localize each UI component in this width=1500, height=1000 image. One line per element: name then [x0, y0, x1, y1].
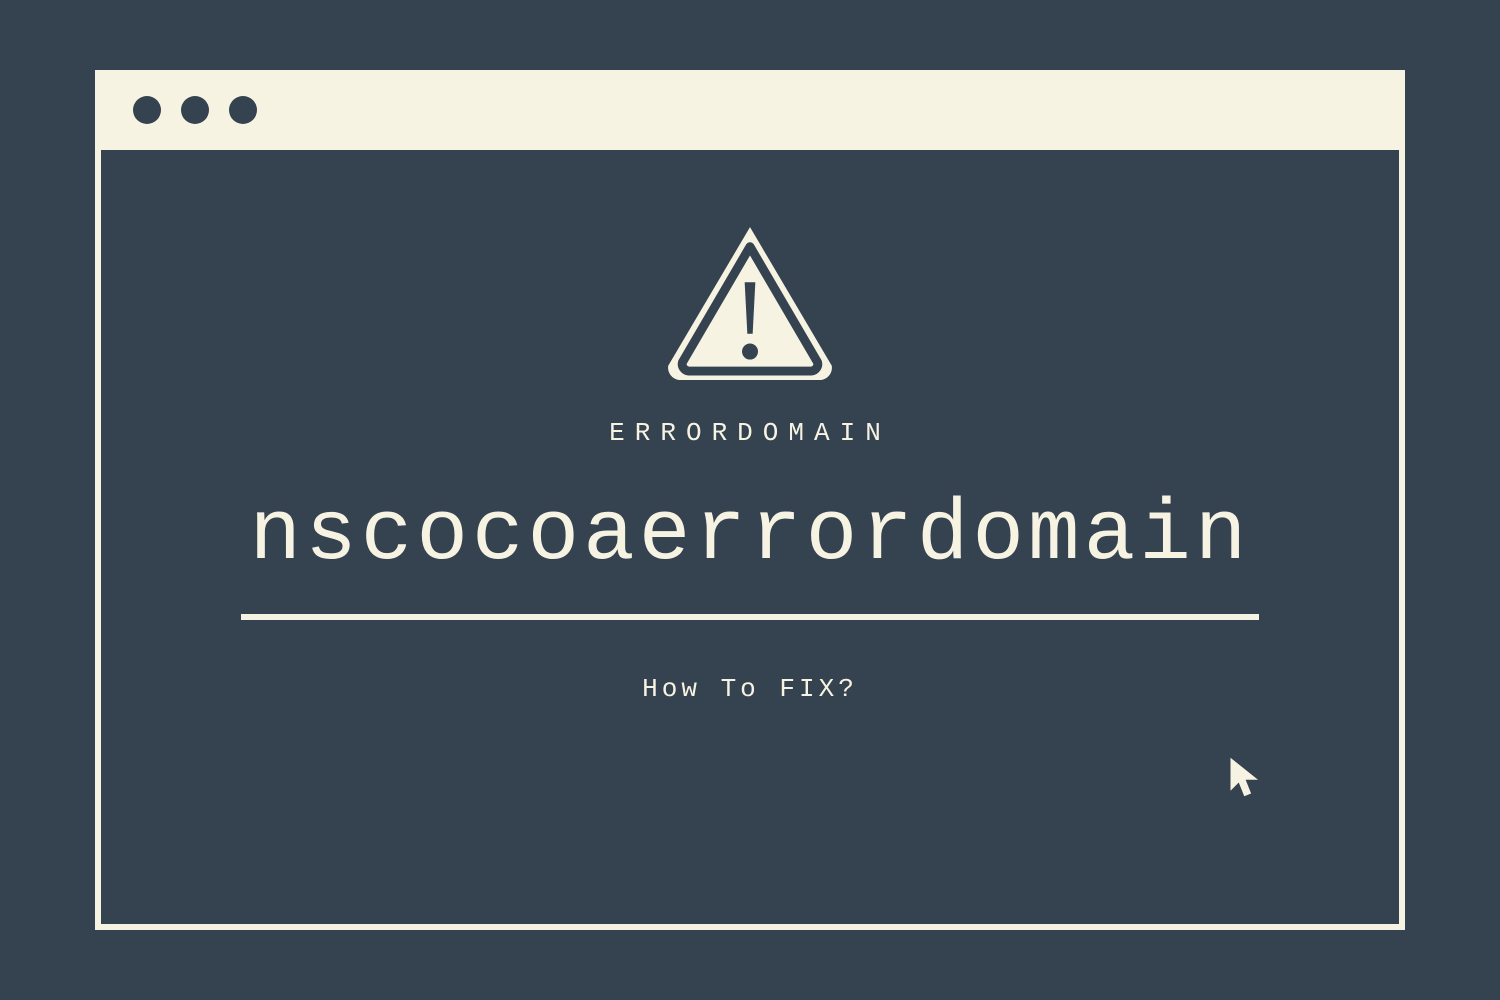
cursor-arrow-icon: [1225, 755, 1269, 799]
window-titlebar: [95, 70, 1405, 150]
subtitle-text: How To FIX?: [642, 674, 858, 704]
traffic-light-dot[interactable]: [181, 96, 209, 124]
traffic-light-dot[interactable]: [133, 96, 161, 124]
window-content: ERRORDOMAIN nscocoaerrordomain How To FI…: [95, 150, 1405, 930]
traffic-light-dot[interactable]: [229, 96, 257, 124]
warning-triangle-icon: [660, 220, 840, 380]
divider-line: [241, 614, 1259, 620]
browser-window: ERRORDOMAIN nscocoaerrordomain How To FI…: [95, 70, 1405, 930]
error-domain-label: ERRORDOMAIN: [609, 418, 891, 448]
error-title: nscocoaerrordomain: [250, 486, 1251, 584]
